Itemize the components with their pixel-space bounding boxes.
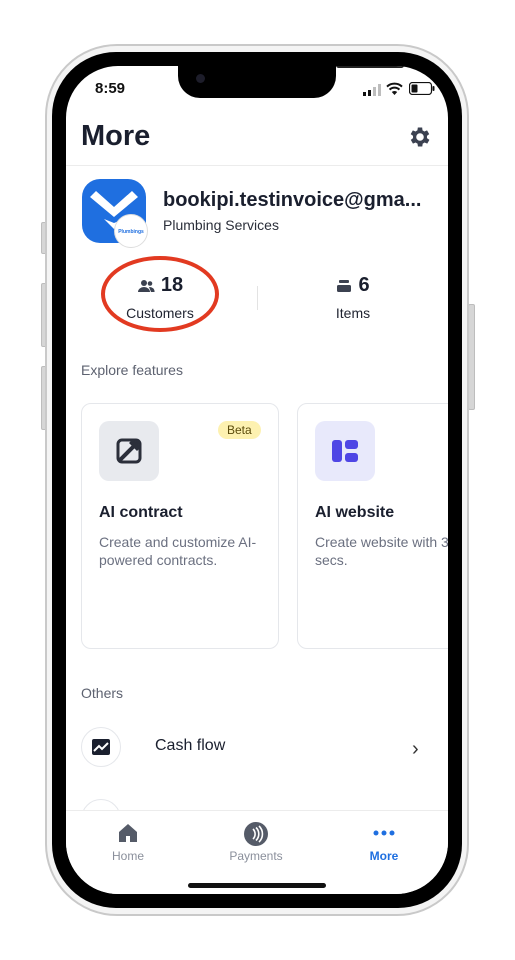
stats-divider xyxy=(257,286,258,310)
header-divider xyxy=(66,165,448,166)
card-title: AI contract xyxy=(99,504,183,521)
pen-slash-icon xyxy=(116,438,142,464)
more-dots-icon xyxy=(373,830,395,836)
settings-gear-icon[interactable] xyxy=(407,124,433,150)
explore-heading: Explore features xyxy=(81,362,183,378)
highlight-annotation-circle xyxy=(101,256,219,332)
others-heading: Others xyxy=(81,685,124,701)
logo-badge: Plumbings xyxy=(114,214,148,248)
chevron-right-icon: › xyxy=(412,738,419,760)
items-label: Items xyxy=(335,305,371,321)
speaker-grille xyxy=(336,66,404,68)
battery-icon xyxy=(409,82,435,95)
home-indicator[interactable] xyxy=(188,883,326,888)
power-button xyxy=(468,304,475,410)
trend-chart-icon xyxy=(92,739,110,755)
account-email: bookipi.testinvoice@gma... xyxy=(163,189,422,211)
page-title: More xyxy=(81,120,151,152)
tab-payments-label: Payments xyxy=(229,849,283,863)
items-count: 6 xyxy=(358,274,370,296)
tab-more-label: More xyxy=(369,849,399,863)
contactless-icon xyxy=(244,822,268,846)
card-icon-bg xyxy=(99,421,159,481)
tab-home[interactable]: Home xyxy=(88,821,168,869)
tab-payments[interactable]: Payments xyxy=(216,821,296,869)
layout-blocks-icon xyxy=(332,440,358,462)
front-camera xyxy=(196,74,205,83)
stack-icon xyxy=(337,279,352,292)
cash-flow-row[interactable] xyxy=(66,721,448,773)
tab-home-label: Home xyxy=(111,849,144,863)
wifi-icon xyxy=(386,82,403,95)
business-type: Plumbing Services xyxy=(163,217,279,233)
beta-badge: Beta xyxy=(218,421,261,439)
row-icon-circle xyxy=(81,727,121,767)
card-title: AI website xyxy=(315,504,395,521)
items-stat[interactable]: 6 Items xyxy=(307,274,399,326)
tab-more[interactable]: More xyxy=(344,821,424,869)
bottom-tab-bar: Home Payments More xyxy=(66,810,448,894)
home-icon xyxy=(119,824,137,842)
card-description: Create website with 30 secs. xyxy=(315,534,448,568)
card-description: Create and customize AI-powered contract… xyxy=(99,534,257,568)
signal-icon xyxy=(363,84,381,96)
status-time: 8:59 xyxy=(95,80,126,97)
app-screen: 8:59 More Plumbings bookipi.testinvoice@… xyxy=(66,66,448,894)
ai-contract-card[interactable]: Beta AI contract Create and customize AI… xyxy=(81,403,279,649)
card-icon-bg xyxy=(315,421,375,481)
cash-flow-label: Cash flow xyxy=(155,737,226,754)
ai-website-card[interactable]: AI website Create website with 30 secs. xyxy=(297,403,448,649)
